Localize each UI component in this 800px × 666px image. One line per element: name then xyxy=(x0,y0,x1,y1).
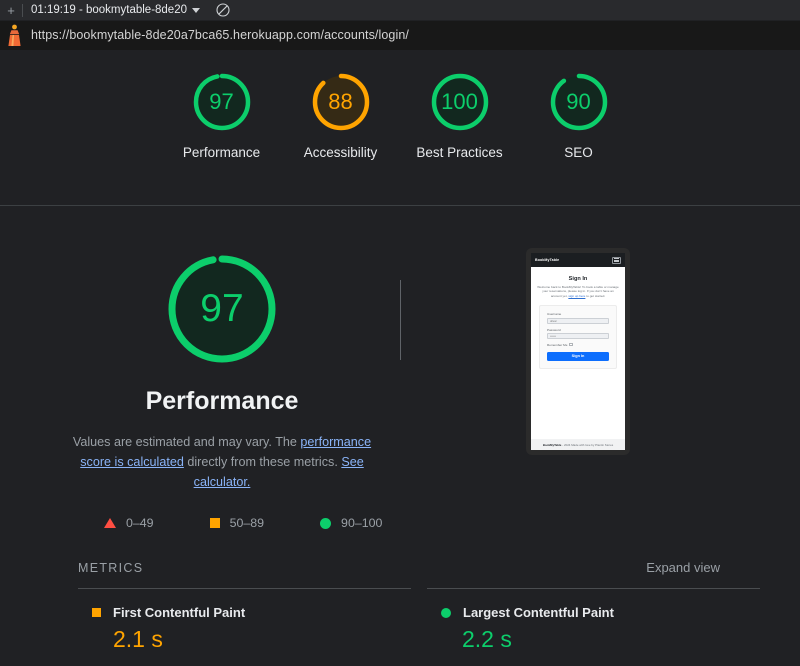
metric-value: 2.1 s xyxy=(113,626,163,653)
category-score-column: 97 Performance Values are estimated and … xyxy=(45,248,400,492)
big-gauge-score: 97 xyxy=(200,287,244,330)
thumbnail-footer-rest: - 2024 Made with love by Plantin Stores xyxy=(561,442,614,447)
thumbnail-signup-link: sign up here xyxy=(568,293,586,298)
clear-all-icon[interactable] xyxy=(215,2,231,18)
gauge-score-accessibility: 88 xyxy=(328,89,353,114)
performance-category-section: 97 Performance Values are estimated and … xyxy=(0,206,800,666)
category-description: Values are estimated and may vary. The p… xyxy=(62,432,382,492)
gauge-ring-best-practices: 100 xyxy=(426,68,494,136)
legend-label-average: 50–89 xyxy=(229,516,265,531)
thumbnail-login-card: Username olivar Password •••••• Remember… xyxy=(539,305,617,369)
metrics-column-right: Largest Contentful Paint 2.2 s xyxy=(427,588,760,653)
gauge-ring-performance: 97 xyxy=(188,68,256,136)
thumbnail-footer: BookMyTable - 2024 Made with love by Pla… xyxy=(531,438,625,450)
metrics-column-left: First Contentful Paint 2.1 s xyxy=(78,588,411,653)
metric-value: 2.2 s xyxy=(462,626,512,653)
gauge-label-seo: SEO xyxy=(564,145,593,160)
thumbnail-submit-button: Sign In xyxy=(547,351,609,361)
gauge-label-performance: Performance xyxy=(182,145,261,160)
category-title: Performance xyxy=(145,387,299,415)
legend-item-average: 50–89 xyxy=(209,516,265,531)
thumbnail-password-label: Password xyxy=(547,327,561,332)
metric-label: First Contentful Paint xyxy=(113,605,246,621)
lighthouse-report: 97 Performance 88 Accessibility 100 Best… xyxy=(0,50,800,666)
report-run-selector[interactable]: 01:19:19 - bookmytable-8de20 xyxy=(27,1,204,20)
category-header-row: 97 Performance Values are estimated and … xyxy=(0,248,800,492)
thumbnail-navbar: BookMyTable xyxy=(531,253,625,267)
gauge-label-best-practices: Best Practices xyxy=(416,145,503,160)
thumbnail-content: Sign In Welcome back to BookMyTable! To … xyxy=(531,267,625,439)
description-text-2: directly from these metrics. xyxy=(183,455,342,470)
thumbnail-username-label: Username xyxy=(547,312,562,317)
metric-largest-contentful-paint[interactable]: Largest Contentful Paint 2.2 s xyxy=(427,589,760,653)
lighthouse-icon xyxy=(6,24,23,47)
score-scale-legend: 0–49 50–89 90–100 xyxy=(104,516,800,530)
new-report-button[interactable]: + xyxy=(0,0,22,21)
thumbnail-brand: BookMyTable xyxy=(535,258,560,262)
score-gauge-accessibility[interactable]: 88 Accessibility xyxy=(292,68,389,193)
metric-name-row: First Contentful Paint xyxy=(92,605,411,620)
page-url[interactable]: https://bookmytable-8de20a7bca65.herokua… xyxy=(31,28,409,42)
gauge-label-accessibility: Accessibility xyxy=(303,145,378,160)
description-text-1: Values are estimated and may vary. The xyxy=(72,435,301,449)
lighthouse-glyph xyxy=(8,24,21,46)
clear-circle-glyph xyxy=(216,3,230,17)
thumbnail-remember-label: Remember Me xyxy=(547,342,568,347)
chevron-down-icon xyxy=(192,8,200,13)
page-screenshot-column: BookMyTable Sign In Welcome back to Book… xyxy=(401,248,756,455)
thumbnail-remember-row: Remember Me xyxy=(547,343,609,347)
metrics-grid: First Contentful Paint 2.1 s Largest Con… xyxy=(0,588,800,653)
hamburger-icon xyxy=(612,256,621,264)
circle-pass-icon xyxy=(441,607,451,618)
gauge-score-seo: 90 xyxy=(566,89,591,114)
thumbnail-body-text: Welcome back to BookMyTable! To book a t… xyxy=(537,285,619,298)
report-run-label: 01:19:19 - bookmytable-8de20 xyxy=(31,4,187,16)
metric-label: Largest Contentful Paint xyxy=(463,605,614,621)
metric-first-contentful-paint[interactable]: First Contentful Paint 2.1 s xyxy=(78,589,411,653)
gauge-ring-seo: 90 xyxy=(545,68,613,136)
legend-item-fail: 0–49 xyxy=(104,516,154,530)
thumbnail-password-input: •••••• xyxy=(547,332,609,339)
score-gauge-seo[interactable]: 90 SEO xyxy=(530,68,627,193)
toolbar-divider xyxy=(22,3,23,17)
thumbnail-viewport: BookMyTable Sign In Welcome back to Book… xyxy=(531,253,625,450)
gauge-ring-accessibility: 88 xyxy=(307,68,375,136)
legend-item-pass: 90–100 xyxy=(320,516,382,530)
report-url-bar: https://bookmytable-8de20a7bca65.herokua… xyxy=(0,21,800,50)
thumbnail-footer-brand: BookMyTable xyxy=(542,442,562,447)
metric-name-row: Largest Contentful Paint xyxy=(441,605,760,620)
thumbnail-body-2: to get started. xyxy=(585,293,606,298)
checkbox-icon xyxy=(569,343,573,347)
thumbnail-heading: Sign In xyxy=(568,276,588,282)
square-average-icon xyxy=(92,608,101,618)
metrics-heading: METRICS xyxy=(78,561,144,576)
gauge-score-performance: 97 xyxy=(209,89,234,114)
circle-pass-icon xyxy=(320,517,332,529)
triangle-fail-icon xyxy=(104,518,116,529)
score-gauge-performance[interactable]: 97 Performance xyxy=(173,68,270,193)
metrics-header: METRICS Expand view xyxy=(78,560,760,575)
gauge-score-best-practices: 100 xyxy=(441,89,478,114)
square-average-icon xyxy=(209,518,220,529)
score-gauge-strip: 97 Performance 88 Accessibility 100 Best… xyxy=(0,50,800,193)
score-gauge-best-practices[interactable]: 100 Best Practices xyxy=(411,68,508,193)
big-gauge-performance: 97 xyxy=(161,248,283,370)
legend-label-fail: 0–49 xyxy=(126,516,154,531)
devtools-toolbar: + 01:19:19 - bookmytable-8de20 xyxy=(0,0,800,21)
thumbnail-username-input: olivar xyxy=(547,317,609,324)
final-screenshot-thumbnail[interactable]: BookMyTable Sign In Welcome back to Book… xyxy=(526,248,630,455)
expand-view-toggle[interactable]: Expand view xyxy=(646,560,720,575)
legend-label-pass: 90–100 xyxy=(341,516,383,531)
